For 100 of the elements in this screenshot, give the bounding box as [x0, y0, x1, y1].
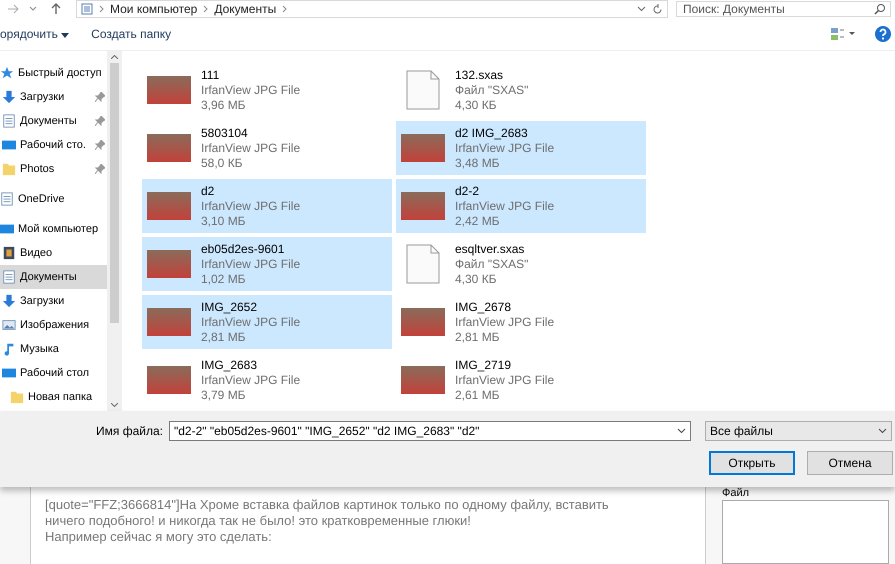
sidebar-item-label: Изображения	[20, 319, 90, 331]
file-name: eb05d2es-9601	[201, 242, 286, 256]
file-name: d2 IMG_2683	[455, 126, 529, 140]
sidebar-item-label: Рабочий сто.	[20, 139, 86, 151]
search-field[interactable]: Поиск: Документы	[676, 1, 891, 17]
file-tile[interactable]: IMG_2683 IrfanView JPG File 3,79 МБ	[142, 353, 392, 407]
photo-placeholder	[401, 134, 445, 162]
address-bar[interactable]: Мои компьютер Документы	[76, 0, 668, 18]
breadcrumb[interactable]: Мои компьютер	[110, 2, 198, 16]
file-size: 58,0 КБ	[201, 156, 244, 170]
chevron-icon	[203, 5, 208, 13]
file-type-dropdown[interactable]: Все файлы	[704, 421, 892, 441]
sidebar-item-label: Мой компьютер	[18, 223, 98, 235]
organize-button[interactable]: орядочить	[0, 25, 72, 43]
message-textarea[interactable]: [quote="FFZ;3666814"]На Хроме вставка файлов картинок только по одному файлу, вставить ничего подобного! и никогда так не было! это кратковременные глюки! Например сейчас я могу это сделать:	[30, 487, 706, 564]
sidebar-item[interactable]: Документы	[0, 109, 107, 133]
file-size: 2,81 МБ	[201, 330, 247, 344]
file-tile[interactable]: d2 IMG_2683 IrfanView JPG File 3,48 МБ	[396, 121, 646, 175]
file-size: 3,96 МБ	[201, 98, 247, 112]
file-tile[interactable]: IMG_2652 IrfanView JPG File 2,81 МБ	[142, 295, 392, 349]
scroll-up-icon[interactable]	[111, 55, 118, 59]
sidebar-item[interactable]: Photos	[0, 157, 107, 181]
photo-placeholder	[401, 192, 445, 220]
file-size: 2,81 МБ	[455, 330, 501, 344]
file-type: IrfanView JPG File	[201, 257, 300, 271]
search-icon	[874, 3, 886, 15]
file-name: IMG_2652	[201, 300, 258, 314]
file-size: 3,48 МБ	[455, 156, 501, 170]
dropdown-icon[interactable]	[637, 6, 646, 12]
file-name: esqltver.sxas	[455, 242, 526, 256]
sidebar-item-label: Новая папка	[28, 391, 92, 403]
file-type: IrfanView JPG File	[201, 141, 300, 155]
file-tile[interactable]: IMG_2719 IrfanView JPG File 2,61 МБ	[396, 353, 646, 407]
sidebar-item[interactable]: Быстрый доступ	[0, 61, 107, 85]
view-options-icon[interactable]	[831, 27, 857, 41]
file-name: IMG_2678	[455, 300, 512, 314]
sidebar-item[interactable]: Документы	[0, 265, 107, 289]
file-tile[interactable]: esqltver.sxas Файл "SXAS" 4,30 КБ	[396, 237, 646, 291]
file-size: 3,79 МБ	[201, 388, 247, 402]
file-type: Файл "SXAS"	[455, 83, 528, 97]
sidebar-item[interactable]: OneDrive	[0, 187, 107, 211]
scrollbar[interactable]	[107, 51, 122, 411]
sidebar-item[interactable]: Изображения	[0, 313, 107, 337]
document-icon	[81, 3, 93, 15]
file-tile[interactable]: 5803104 IrfanView JPG File 58,0 КБ	[142, 121, 392, 175]
sidebar-item-label: Музыка	[20, 343, 59, 355]
breadcrumb[interactable]: Документы	[214, 2, 276, 16]
cancel-button[interactable]: Отмена	[807, 451, 893, 475]
file-tile[interactable]: d2 IrfanView JPG File 3,10 МБ	[142, 179, 392, 233]
video-icon	[2, 246, 16, 260]
file-size: 3,10 МБ	[201, 214, 247, 228]
filename-label: Имя файла:	[96, 424, 163, 438]
file-name: IMG_2683	[201, 358, 258, 372]
sidebar-item[interactable]: Рабочий сто.	[0, 133, 107, 157]
desktop-icon	[2, 366, 16, 380]
sidebar-item[interactable]: Видео	[0, 241, 107, 265]
sidebar-item[interactable]: Мой компьютер	[0, 217, 107, 241]
blank-file-icon	[406, 244, 440, 284]
photo-placeholder	[147, 134, 191, 162]
file-name: 5803104	[201, 126, 249, 140]
file-tile[interactable]: IMG_2678 IrfanView JPG File 2,81 МБ	[396, 295, 646, 349]
sidebar-item[interactable]: Музыка	[0, 337, 107, 361]
sidebar-item[interactable]: Загрузки	[0, 85, 107, 109]
file-tile[interactable]: 111 IrfanView JPG File 3,96 МБ	[142, 63, 392, 117]
file-type: IrfanView JPG File	[201, 373, 300, 387]
blank-file-icon	[406, 70, 440, 110]
new-folder-button[interactable]: Создать папку	[89, 25, 174, 43]
message-text: ничего подобного! и никогда так не было! это кратковременные глюки!	[45, 513, 472, 529]
sidebar-item-label: Документы	[20, 115, 77, 127]
file-size: 2,61 МБ	[455, 388, 501, 402]
caret-icon	[61, 33, 70, 38]
scroll-down-icon[interactable]	[111, 403, 118, 407]
filename-field[interactable]: "d2-2" "eb05d2es-9601" "IMG_2652" "d2 IMG_2683" "d2"	[168, 421, 691, 441]
sidebar-item[interactable]: Новая папка	[0, 385, 107, 409]
file-label: Файл	[722, 487, 750, 500]
open-button[interactable]: Открыть	[709, 451, 795, 475]
file-name: IMG_2719	[455, 358, 512, 372]
refresh-icon[interactable]	[652, 4, 663, 14]
file-type: IrfanView JPG File	[201, 83, 300, 97]
sidebar-item[interactable]: Загрузки	[0, 289, 107, 313]
photo-placeholder	[147, 366, 191, 394]
help-icon[interactable]	[875, 26, 891, 42]
desktop-icon	[0, 222, 14, 236]
file-name: 132.sxas	[455, 68, 504, 82]
file-type: Файл "SXAS"	[455, 257, 528, 271]
chevron-icon	[99, 5, 104, 13]
sidebar-item-label: Рабочий стол	[20, 367, 90, 379]
sidebar-item-label: Загрузки	[20, 295, 64, 307]
chevron-icon	[282, 5, 288, 13]
file-name: 111	[201, 68, 220, 82]
sidebar-item[interactable]: Рабочий стол	[0, 361, 107, 385]
download-icon	[2, 90, 16, 104]
sidebar-item-label: Загрузки	[20, 91, 64, 103]
star-icon	[0, 66, 14, 80]
photo-placeholder	[147, 192, 191, 220]
file-tile[interactable]: eb05d2es-9601 IrfanView JPG File 1,02 МБ	[142, 237, 392, 291]
file-tile[interactable]: 132.sxas Файл "SXAS" 4,30 КБ	[396, 63, 646, 117]
file-size: 4,30 КБ	[455, 98, 498, 112]
file-type: IrfanView JPG File	[455, 141, 554, 155]
file-tile[interactable]: d2-2 IrfanView JPG File 2,42 МБ	[396, 179, 646, 233]
